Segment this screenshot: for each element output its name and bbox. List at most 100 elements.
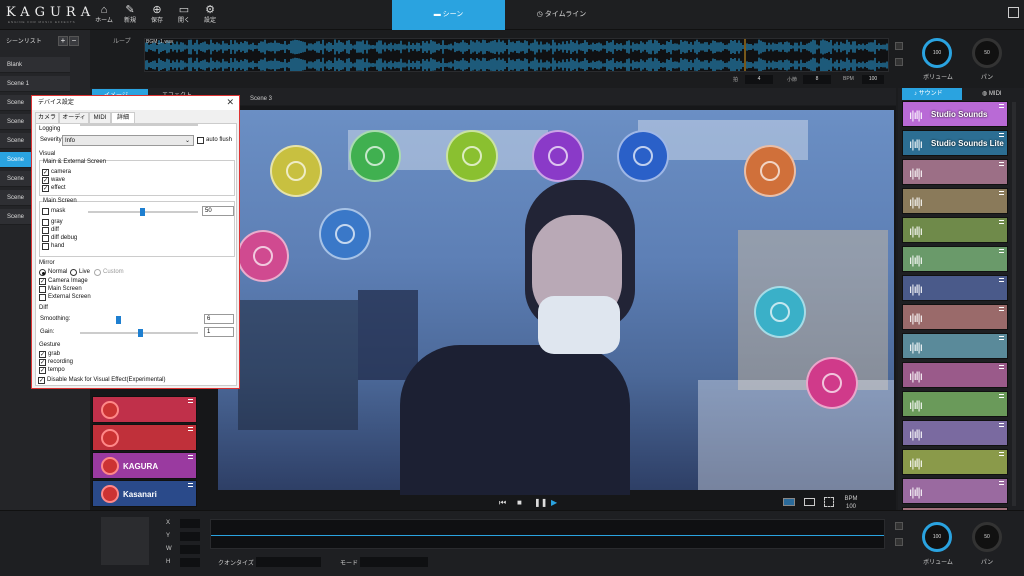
x-field[interactable] — [180, 519, 200, 528]
menu-icon[interactable] — [188, 427, 193, 431]
tab-midi[interactable]: ◍ MIDI — [964, 88, 1020, 100]
menu-icon[interactable] — [188, 483, 193, 487]
menu-icon[interactable] — [999, 104, 1004, 108]
smoothing-slider[interactable] — [80, 124, 198, 126]
sound-item[interactable]: ı|ıl|ı Studio Sounds — [902, 101, 1008, 127]
expand-icon[interactable] — [824, 497, 834, 507]
sound-item[interactable]: ı|ıl|ı — [902, 275, 1008, 301]
diff-checkbox[interactable] — [42, 227, 49, 234]
dialog-tab-audio[interactable]: オーディオ — [59, 112, 89, 132]
bpm-value[interactable]: 100 — [862, 75, 884, 84]
pause-icon[interactable]: ❚❚ — [534, 498, 547, 507]
pan-knob[interactable]: 50 — [972, 38, 1002, 68]
gain-slider-thumb[interactable] — [138, 329, 143, 337]
gray-checkbox[interactable] — [42, 219, 49, 226]
sound-item[interactable]: ı|ıl|ı — [902, 362, 1008, 388]
sound-item[interactable]: ı|ıl|ı — [902, 246, 1008, 272]
dialog-tab-midi[interactable]: MIDI — [89, 112, 111, 123]
gesture-bubble[interactable] — [349, 130, 401, 182]
external-screen-checkbox[interactable] — [39, 294, 46, 301]
gesture-bubble[interactable] — [744, 145, 796, 197]
sound-item[interactable]: ı|ıl|ı — [902, 478, 1008, 504]
layout-icon[interactable] — [783, 498, 795, 506]
smoothing-slider-thumb[interactable] — [116, 316, 121, 324]
mask-checkbox[interactable] — [42, 208, 49, 215]
scene-list-item[interactable]: Scene 1 — [0, 76, 70, 92]
image-item[interactable] — [92, 396, 197, 423]
effect-checkbox[interactable]: ✓ — [42, 185, 49, 192]
disable-mask-checkbox[interactable]: ✓ — [38, 377, 45, 384]
menu-icon[interactable] — [999, 191, 1004, 195]
window-icon[interactable] — [804, 498, 815, 506]
sound-item[interactable]: ı|ıl|ı Studio Sounds Lite — [902, 130, 1008, 156]
mirror-live-radio[interactable] — [70, 269, 77, 276]
bottom-pan-knob[interactable]: 50 — [972, 522, 1002, 552]
menu-icon[interactable] — [999, 133, 1004, 137]
bottom-play-button[interactable] — [895, 522, 903, 530]
tab-scene[interactable]: ▬ シーン — [392, 0, 505, 30]
sound-item[interactable]: ı|ıl|ı — [902, 217, 1008, 243]
home-button[interactable]: ⌂ ホーム — [93, 4, 115, 28]
mode-select[interactable] — [360, 557, 428, 567]
severity-select[interactable]: Info ⌄ — [62, 135, 194, 146]
save-button[interactable]: ⊕ 保存 — [146, 4, 168, 28]
w-field[interactable] — [180, 545, 200, 554]
menu-icon[interactable] — [999, 249, 1004, 253]
sound-item[interactable]: ı|ıl|ı — [902, 304, 1008, 330]
sound-item[interactable]: ı|ıl|ı — [902, 391, 1008, 417]
mask-value-field[interactable]: 50 — [202, 206, 234, 216]
gesture-bubble[interactable] — [270, 145, 322, 197]
mirror-main-screen-checkbox[interactable] — [39, 286, 46, 293]
bottom-waveform[interactable] — [210, 519, 885, 549]
gesture-bubble[interactable] — [237, 230, 289, 282]
close-icon[interactable]: ✕ — [226, 97, 234, 108]
menu-icon[interactable] — [999, 394, 1004, 398]
image-item[interactable] — [92, 424, 197, 451]
camera-checkbox[interactable]: ✓ — [42, 169, 49, 176]
sound-item[interactable]: ı|ıl|ı — [902, 449, 1008, 475]
skip-back-icon[interactable]: ⏮ — [499, 498, 506, 508]
loop-stop-button[interactable] — [895, 58, 903, 66]
add-scene-button[interactable]: + — [58, 36, 68, 46]
menu-icon[interactable] — [188, 399, 193, 403]
auto-flush-checkbox[interactable] — [197, 137, 204, 144]
gesture-bubble[interactable] — [532, 130, 584, 182]
bottom-volume-knob[interactable]: 100 — [922, 522, 952, 552]
fullscreen-icon[interactable] — [1008, 7, 1019, 18]
volume-knob[interactable]: 100 — [922, 38, 952, 68]
menu-icon[interactable] — [999, 452, 1004, 456]
camera-image-checkbox[interactable]: ✓ — [39, 278, 46, 285]
measure-value[interactable]: 8 — [803, 75, 831, 84]
play-icon[interactable]: ▶ — [551, 498, 557, 507]
wave-checkbox[interactable]: ✓ — [42, 177, 49, 184]
image-item[interactable]: Kasanari — [92, 480, 197, 507]
menu-icon[interactable] — [999, 220, 1004, 224]
sound-scrollbar[interactable] — [1012, 102, 1016, 506]
gesture-bubble[interactable] — [446, 130, 498, 182]
tab-timeline[interactable]: ◷ タイムライン — [505, 0, 618, 30]
gesture-bubble[interactable] — [319, 208, 371, 260]
dialog-tab-camera[interactable]: カメラ — [35, 112, 59, 123]
y-field[interactable] — [180, 532, 200, 541]
menu-icon[interactable] — [999, 423, 1004, 427]
diff-debug-checkbox[interactable] — [42, 235, 49, 242]
sound-item[interactable]: ı|ıl|ı — [902, 420, 1008, 446]
menu-icon[interactable] — [188, 455, 193, 459]
mirror-custom-radio[interactable] — [94, 269, 101, 276]
bottom-stop-button[interactable] — [895, 538, 903, 546]
beat-value[interactable]: 4 — [745, 75, 773, 84]
sound-item[interactable]: ı|ıl|ı — [902, 333, 1008, 359]
mirror-normal-radio[interactable] — [39, 269, 46, 276]
settings-button[interactable]: ⚙ 設定 — [199, 4, 221, 28]
gesture-bubble[interactable] — [754, 286, 806, 338]
gesture-bubble[interactable] — [806, 357, 858, 409]
stop-icon[interactable]: ■ — [517, 498, 522, 507]
loop-play-button[interactable] — [895, 42, 903, 50]
scene-list-item[interactable]: Blank — [0, 57, 70, 73]
loop-waveform[interactable] — [144, 38, 889, 72]
tempo-checkbox[interactable]: ✓ — [39, 367, 46, 374]
new-button[interactable]: ✎ 新規 — [119, 4, 141, 28]
h-field[interactable] — [180, 558, 200, 567]
gesture-bubble[interactable] — [617, 130, 669, 182]
mask-slider-thumb[interactable] — [140, 208, 145, 216]
